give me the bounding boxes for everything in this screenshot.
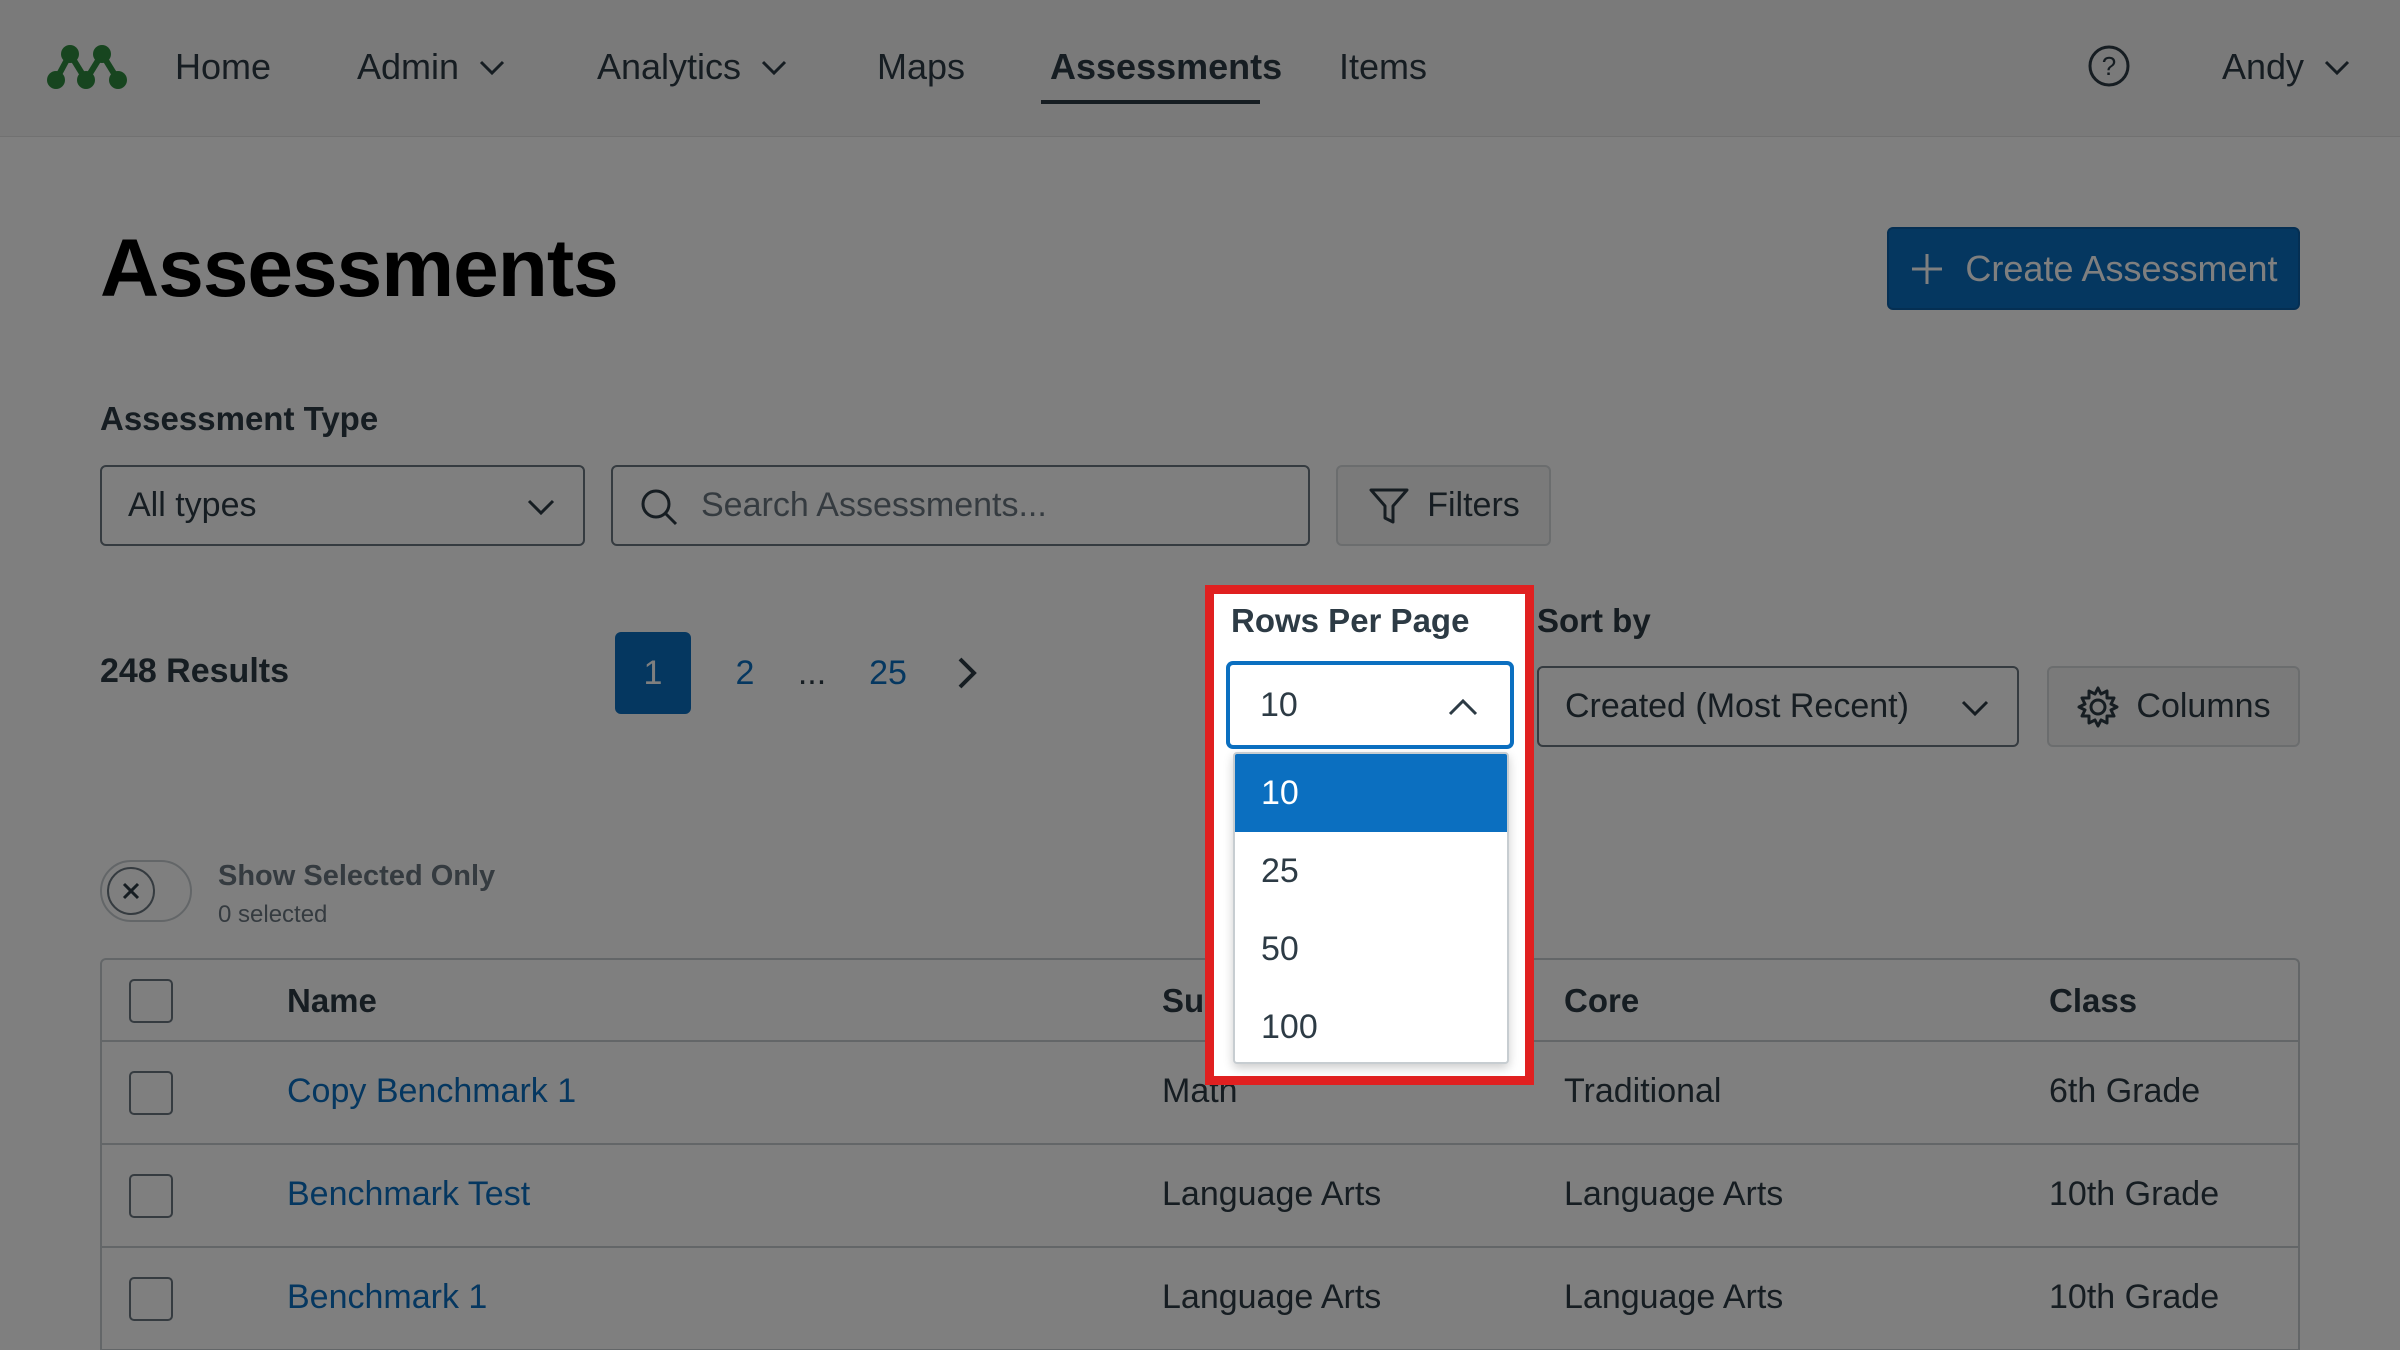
dim-overlay [0,0,2400,1350]
app: Home Admin Analytics Maps Assessments It… [0,0,2400,1350]
highlight-box [1205,585,1534,1085]
